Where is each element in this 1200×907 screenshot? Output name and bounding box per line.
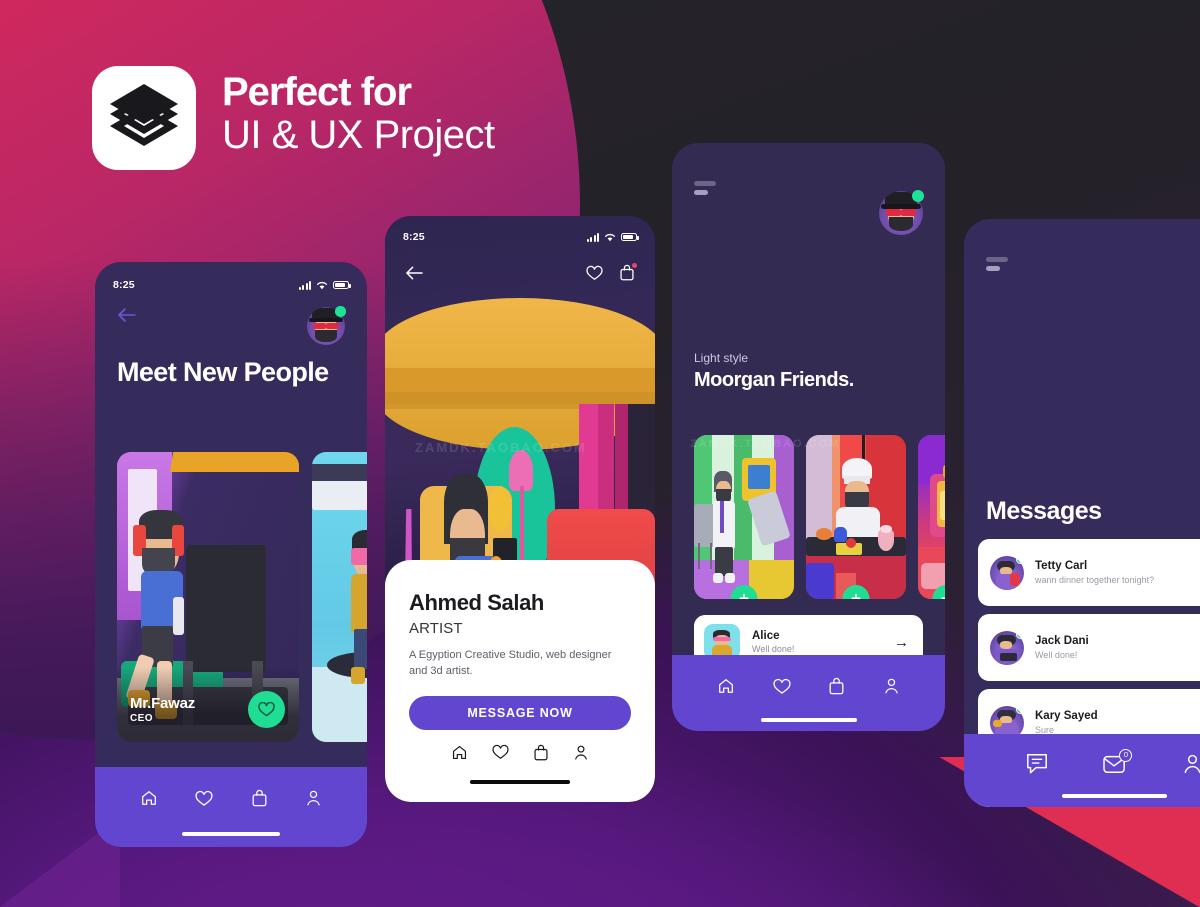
nav-chats-icon[interactable] (1025, 752, 1049, 780)
gallery-list: + + (694, 435, 945, 599)
person-name: Mr.Fawaz (130, 695, 196, 712)
signal-bars-icon (586, 232, 599, 242)
arrow-right-icon[interactable]: → (894, 634, 909, 651)
contact-avatar (990, 630, 1024, 665)
message-row[interactable]: Tetty Carl wann dinner together tonight?… (978, 539, 1200, 606)
app-logo (92, 66, 196, 170)
nav-inbox-icon[interactable]: 0 (1102, 748, 1133, 780)
nav-bag-icon[interactable] (251, 789, 268, 812)
back-button[interactable] (405, 266, 423, 285)
status-bar: 8:25 (385, 216, 655, 243)
message-row[interactable]: Jack Dani Well done! 13.05pm (978, 614, 1200, 681)
bottom-navigation (409, 730, 631, 800)
wifi-icon (316, 281, 328, 290)
bottom-navigation (95, 767, 367, 847)
home-indicator (470, 779, 570, 785)
signal-bars-icon (298, 280, 311, 290)
nav-favorites-icon[interactable] (195, 790, 213, 812)
inbox-badge: 0 (1119, 748, 1133, 762)
status-time: 8:25 (403, 231, 425, 243)
phone-meet-new-people: 8:25 Meet New People Mr.Fawaz CEO (95, 262, 367, 847)
artist-role: ARTIST (409, 620, 463, 637)
gallery-card-chef[interactable]: + (806, 435, 906, 599)
bag-icon[interactable] (619, 263, 637, 286)
status-time: 8:25 (113, 279, 135, 291)
contact-name: Jack Dani (1035, 635, 1089, 647)
bottom-navigation: 0 (964, 734, 1200, 807)
person-card[interactable]: Mr.Fawaz CEO (117, 452, 299, 742)
contact-name: Kary Sayed (1035, 710, 1098, 722)
nav-favorites-icon[interactable] (492, 744, 509, 765)
layers-icon (108, 82, 180, 155)
header-line-1: Perfect for (222, 70, 412, 114)
page-title: Meet New People (117, 357, 329, 387)
home-indicator (760, 718, 857, 722)
nav-home-icon[interactable] (140, 789, 158, 812)
heart-icon (258, 702, 275, 717)
message-preview: wann dinner together tonight? (1035, 575, 1155, 585)
gallery-card-doctor[interactable]: + (694, 435, 794, 599)
page-title: Messages (986, 497, 1102, 525)
person-role: CEO (130, 713, 153, 724)
menu-handle-icon[interactable] (986, 257, 1008, 271)
back-button[interactable] (117, 307, 136, 326)
phone-moorgan-friends: Light style Moorgan Friends. + + Alice W… (672, 143, 945, 731)
bottom-navigation (672, 655, 945, 731)
artist-description: A Egyption Creative Studio, web designer… (409, 649, 612, 677)
phone-artist-profile: 8:25 Ahmed Salah ARTIST A Egyption Creat… (385, 216, 655, 802)
people-card-list: Mr.Fawaz CEO (117, 452, 367, 742)
phone-messages: Messages Tetty Carl wann dinner together… (964, 219, 1200, 807)
person-card-caption: Mr.Fawaz CEO (130, 695, 195, 724)
status-bar: 8:25 (95, 262, 367, 291)
artist-info-sheet: Ahmed Salah ARTIST A Egyption Creative S… (385, 560, 655, 802)
header: Perfect for UI & UX Project (92, 66, 495, 170)
home-indicator (1061, 794, 1167, 798)
nav-home-icon[interactable] (451, 744, 468, 766)
online-status-dot (911, 190, 924, 203)
home-indicator (182, 832, 280, 836)
nav-bag-icon[interactable] (828, 677, 845, 700)
page-subtitle: Light style (694, 351, 749, 365)
contact-name: Tetty Carl (1035, 560, 1088, 572)
gallery-card-lantern[interactable]: + (918, 435, 945, 599)
artist-name: Ahmed Salah (409, 590, 544, 615)
like-button[interactable] (248, 691, 285, 728)
message-now-button[interactable]: MESSAGE NOW (409, 695, 631, 730)
online-status-dot (1016, 630, 1024, 639)
user-avatar[interactable] (879, 190, 924, 235)
header-line-2: UI & UX Project (222, 113, 495, 158)
wifi-icon (604, 233, 616, 242)
page-title: Moorgan Friends. (694, 369, 854, 391)
online-status-dot (1016, 705, 1024, 714)
contact-avatar (990, 555, 1024, 590)
nav-profile-icon[interactable] (573, 744, 589, 766)
friend-message: Well done! (752, 644, 795, 654)
nav-profile-icon[interactable] (1182, 753, 1200, 780)
user-avatar[interactable] (307, 306, 346, 345)
battery-icon (621, 232, 639, 242)
online-status-dot (335, 306, 346, 317)
header-text: Perfect for UI & UX Project (222, 66, 495, 158)
friend-name: Alice (752, 630, 780, 642)
online-status-dot (1016, 555, 1024, 564)
menu-handle-icon[interactable] (694, 181, 716, 195)
message-preview: Well done! (1035, 650, 1078, 660)
nav-bag-icon[interactable] (533, 744, 549, 766)
nav-home-icon[interactable] (717, 677, 735, 700)
nav-profile-icon[interactable] (883, 677, 900, 700)
battery-icon (333, 280, 351, 290)
favorite-icon[interactable] (586, 265, 603, 286)
person-card[interactable] (312, 452, 367, 742)
nav-favorites-icon[interactable] (773, 678, 791, 700)
nav-profile-icon[interactable] (305, 789, 322, 812)
